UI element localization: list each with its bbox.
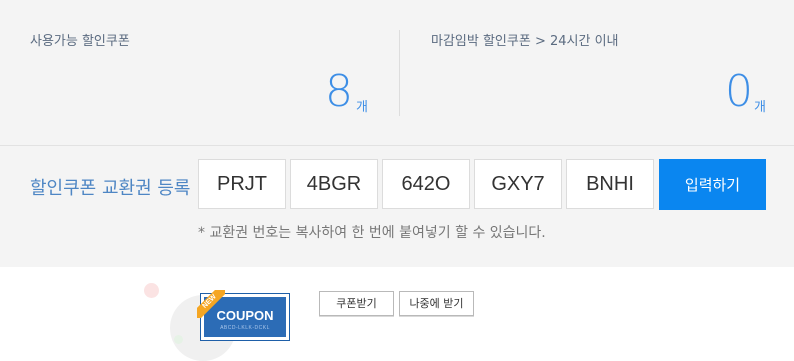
decor-dot-small <box>174 335 183 344</box>
paste-hint: * 교환권 번호는 복사하여 한 번에 붙여넣기 할 수 있습니다. <box>198 225 546 241</box>
expiring-coupons-unit: 개 <box>754 100 766 115</box>
coupon-offer: COUPON ABCD-LKLK-DCKL NEW 쿠폰받기 나중에 받기 <box>0 267 794 361</box>
new-badge-icon: NEW <box>197 290 225 318</box>
coupon-summary: 사용가능 할인쿠폰 8 개 마감임박 할인쿠폰 > 24시간 이내 0 개 <box>0 0 794 146</box>
coupon-code: ABCD-LKLK-DCKL <box>220 325 270 331</box>
coupon-register-section: 할인쿠폰 교환권 등록 입력하기 * 교환권 번호는 복사하여 한 번에 붙여넣… <box>0 146 794 267</box>
submit-button[interactable]: 입력하기 <box>659 159 766 210</box>
expiring-coupons-count: 0 <box>725 66 753 117</box>
code-input-1[interactable] <box>198 159 286 209</box>
receive-later-button[interactable]: 나중에 받기 <box>399 291 474 316</box>
coupon-image: COUPON ABCD-LKLK-DCKL NEW <box>197 290 290 341</box>
available-coupons-count: 8 <box>325 66 353 117</box>
code-input-3[interactable] <box>382 159 470 209</box>
summary-divider <box>399 30 400 116</box>
available-coupons-unit: 개 <box>356 100 368 115</box>
code-input-5[interactable] <box>566 159 654 209</box>
expiring-coupons-label: 마감임박 할인쿠폰 > 24시간 이내 <box>431 34 619 49</box>
register-title: 할인쿠폰 교환권 등록 <box>30 178 191 199</box>
code-input-2[interactable] <box>290 159 378 209</box>
decor-dot <box>144 283 159 298</box>
available-coupons-label: 사용가능 할인쿠폰 <box>30 34 130 49</box>
code-input-4[interactable] <box>474 159 562 209</box>
new-badge-label: NEW <box>197 290 225 318</box>
receive-coupon-button[interactable]: 쿠폰받기 <box>319 291 394 316</box>
